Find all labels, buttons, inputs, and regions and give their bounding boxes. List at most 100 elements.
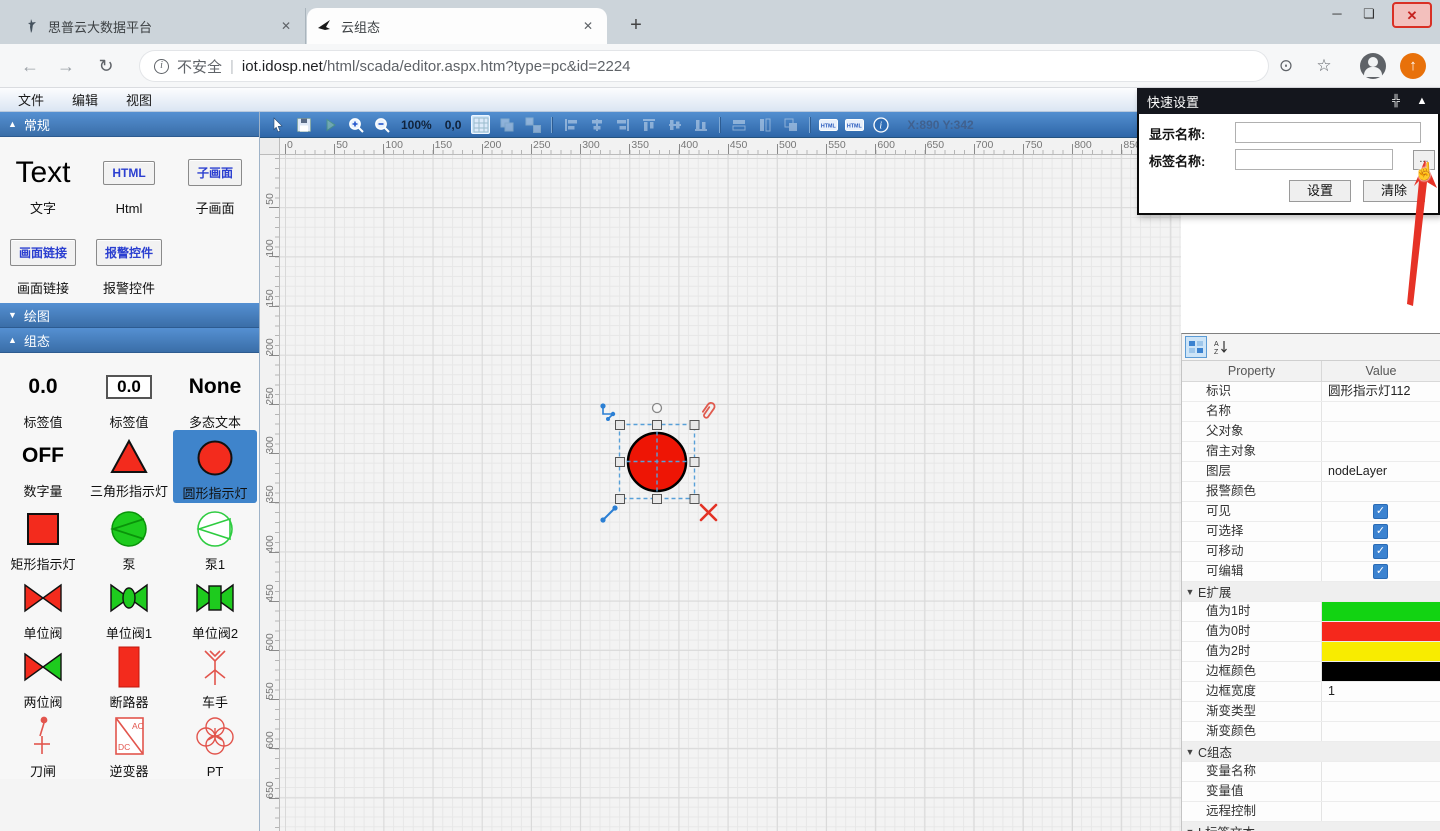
palette-item-text[interactable]: 0.0标签值	[1, 361, 85, 430]
property-row[interactable]: 边框颜色	[1182, 662, 1440, 682]
property-value[interactable]	[1322, 662, 1440, 681]
property-group-row[interactable]: L标签文本	[1182, 822, 1440, 831]
set-button[interactable]: 设置	[1289, 180, 1351, 202]
property-row[interactable]: 报警颜色	[1182, 482, 1440, 502]
property-value[interactable]	[1322, 402, 1440, 421]
palette-item-valve2[interactable]: 单位阀2	[173, 572, 257, 641]
property-row[interactable]: 标识圆形指示灯112	[1182, 382, 1440, 402]
property-value[interactable]	[1322, 482, 1440, 501]
palette-item-knife[interactable]: 刀闸	[1, 710, 85, 779]
property-row[interactable]: 边框宽度1	[1182, 682, 1440, 702]
palette-item-square[interactable]: 矩形指示灯	[1, 503, 85, 572]
property-group-row[interactable]: E扩展	[1182, 582, 1440, 602]
palette-item-pump1[interactable]: 泵1	[173, 503, 257, 572]
connect-tool-icon[interactable]	[600, 403, 615, 421]
delete-tool-icon[interactable]	[701, 505, 716, 520]
bookmark-star-icon[interactable]: ☆	[1310, 52, 1338, 80]
property-row[interactable]: 可编辑	[1182, 562, 1440, 582]
property-row[interactable]: 渐变颜色	[1182, 722, 1440, 742]
profile-avatar-icon[interactable]	[1360, 53, 1386, 79]
palette-section-general[interactable]: 常规	[0, 112, 259, 137]
property-row[interactable]: 可移动	[1182, 542, 1440, 562]
color-swatch[interactable]	[1322, 642, 1440, 661]
property-value[interactable]	[1322, 642, 1440, 661]
property-value[interactable]: 1	[1322, 682, 1440, 701]
property-row[interactable]: 宿主对象	[1182, 442, 1440, 462]
palette-item-valve2pos[interactable]: 两位阀	[1, 641, 85, 710]
property-row[interactable]: 值为2时	[1182, 642, 1440, 662]
zoom-out-icon[interactable]	[372, 115, 391, 134]
property-value[interactable]	[1322, 782, 1440, 801]
reload-icon[interactable]: ↻	[92, 52, 120, 80]
palette-section-scada[interactable]: 组态	[0, 328, 259, 353]
palette-item-button[interactable]: HTMLHtml	[87, 147, 171, 216]
property-value[interactable]	[1322, 622, 1440, 641]
palette-item-triangle[interactable]: 三角形指示灯	[87, 430, 171, 503]
palette-item-text[interactable]: OFF数字量	[1, 430, 85, 503]
property-row[interactable]: 远程控制	[1182, 802, 1440, 822]
quick-settings-header[interactable]: 快速设置	[1137, 88, 1440, 114]
sort-az-icon[interactable]: AZ	[1210, 336, 1232, 358]
property-value[interactable]	[1322, 802, 1440, 821]
line-tool-icon[interactable]	[600, 505, 617, 522]
palette-item-button[interactable]: 画面链接画面链接	[1, 227, 85, 296]
palette-item-text[interactable]: None多态文本	[173, 361, 257, 430]
checkbox-checked-icon[interactable]	[1373, 544, 1388, 559]
palette-item-breaker[interactable]: 断路器	[87, 641, 171, 710]
categorize-icon[interactable]	[1185, 336, 1207, 358]
window-close-button[interactable]	[1392, 2, 1432, 28]
menu-item-1[interactable]: 编辑	[72, 90, 98, 109]
collapse-icon[interactable]	[1182, 587, 1198, 597]
property-value[interactable]	[1322, 542, 1440, 561]
checkbox-checked-icon[interactable]	[1373, 564, 1388, 579]
cursor-icon[interactable]	[268, 115, 287, 134]
property-row[interactable]: 图层nodeLayer	[1182, 462, 1440, 482]
property-row[interactable]: 值为1时	[1182, 602, 1440, 622]
export-html-icon[interactable]: HTML	[819, 115, 838, 134]
palette-item-button[interactable]: 子画面子画面	[173, 147, 257, 216]
property-row[interactable]: 可见	[1182, 502, 1440, 522]
display-name-input[interactable]	[1235, 122, 1421, 143]
collapse-icon[interactable]	[1182, 827, 1198, 831]
info-icon[interactable]: i	[871, 115, 890, 134]
palette-item-button[interactable]: 报警控件报警控件	[87, 227, 171, 296]
property-value[interactable]	[1322, 442, 1440, 461]
palette-item-handcart[interactable]: 车手	[173, 641, 257, 710]
property-value[interactable]	[1322, 502, 1440, 521]
tab-editor[interactable]: 云组态	[307, 8, 607, 44]
zoom-in-icon[interactable]	[346, 115, 365, 134]
property-row[interactable]: 值为0时	[1182, 622, 1440, 642]
palette-item-circle[interactable]: 圆形指示灯	[173, 430, 257, 503]
property-value[interactable]	[1322, 702, 1440, 721]
palette-item-pump[interactable]: 泵	[87, 503, 171, 572]
menu-item-0[interactable]: 文件	[18, 90, 44, 109]
property-row[interactable]: 可选择	[1182, 522, 1440, 542]
window-minimize-button[interactable]	[1320, 2, 1354, 28]
palette-item-inverter[interactable]: ACDC逆变器	[87, 710, 171, 779]
property-row[interactable]: 父对象	[1182, 422, 1440, 442]
collapse-icon[interactable]	[1182, 747, 1198, 757]
palette-item-text[interactable]: Text文字	[1, 147, 85, 216]
property-value[interactable]	[1322, 722, 1440, 741]
tab-dashboard[interactable]: 思普云大数据平台	[14, 8, 306, 44]
palette-item-valve[interactable]: 单位阀	[1, 572, 85, 641]
rotate-handle[interactable]	[653, 404, 662, 413]
tab-close-icon[interactable]	[277, 17, 295, 35]
checkbox-checked-icon[interactable]	[1373, 504, 1388, 519]
property-value[interactable]	[1322, 522, 1440, 541]
new-tab-button[interactable]: +	[622, 12, 650, 40]
collapse-panel-icon[interactable]	[1414, 95, 1430, 107]
color-swatch[interactable]	[1322, 662, 1440, 681]
property-row[interactable]: 名称	[1182, 402, 1440, 422]
property-value[interactable]	[1322, 562, 1440, 581]
browser-zoom-icon[interactable]: ⊙	[1272, 52, 1300, 80]
browser-update-icon[interactable]	[1400, 53, 1426, 79]
dock-icon[interactable]	[1388, 95, 1404, 107]
forward-icon[interactable]: →	[52, 52, 80, 80]
window-restore-button[interactable]	[1352, 2, 1386, 28]
color-swatch[interactable]	[1322, 622, 1440, 641]
color-swatch[interactable]	[1322, 602, 1440, 621]
palette-item-text-box[interactable]: 0.0标签值	[87, 361, 171, 430]
property-row[interactable]: 变量名称	[1182, 762, 1440, 782]
back-icon[interactable]: ←	[16, 52, 44, 80]
